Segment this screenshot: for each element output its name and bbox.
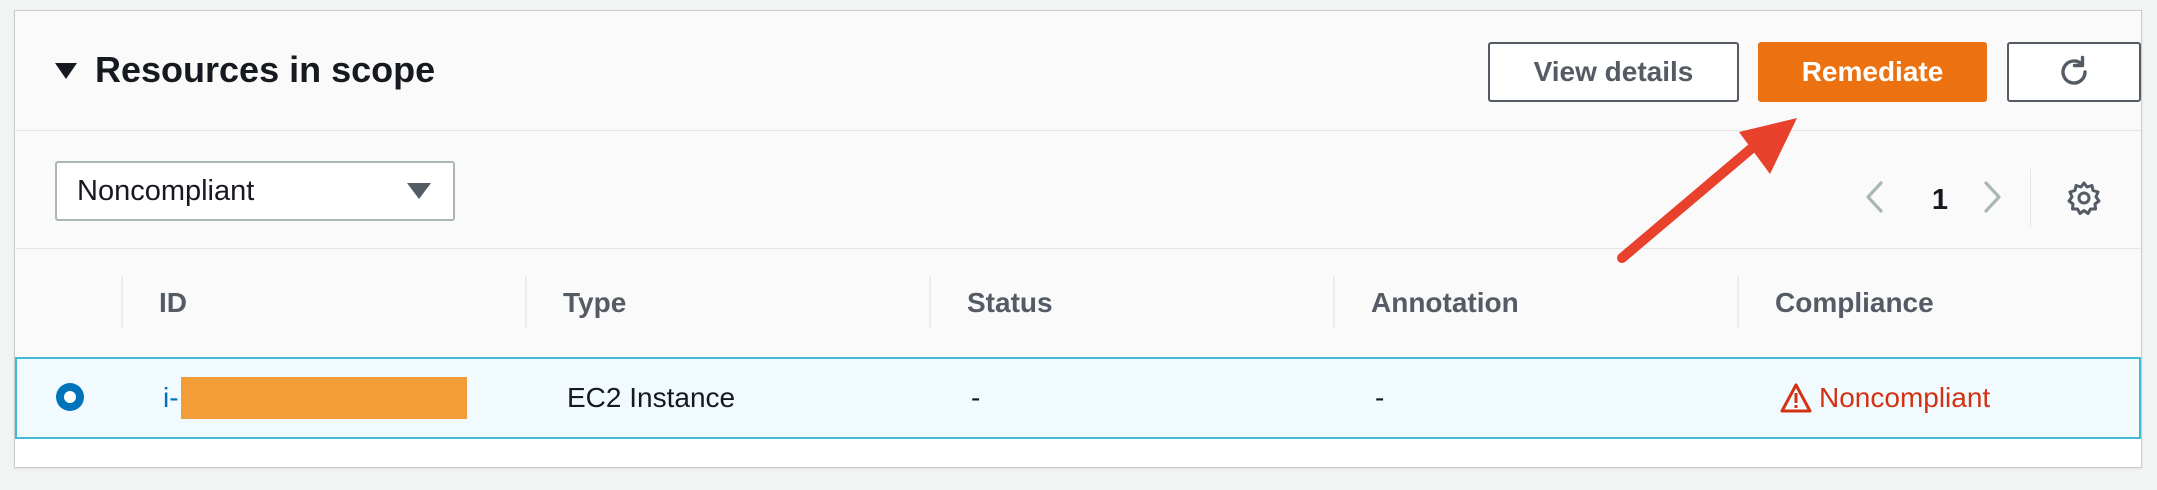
gear-icon[interactable]	[2066, 180, 2102, 216]
resource-status-cell: -	[971, 382, 981, 413]
column-header-id[interactable]: ID	[121, 249, 525, 357]
redacted-id-block	[180, 377, 467, 419]
compliance-filter-value: Noncompliant	[77, 175, 255, 207]
compliance-status-text: Noncompliant	[1819, 382, 1991, 413]
chevron-down-icon	[407, 183, 431, 199]
refresh-button[interactable]	[2007, 42, 2141, 102]
column-header-type[interactable]: Type	[525, 249, 929, 357]
compliance-filter-select[interactable]: Noncompliant	[55, 161, 455, 221]
resource-type-cell: EC2 Instance	[567, 382, 736, 413]
column-header-compliance[interactable]: Compliance	[1737, 249, 2141, 357]
panel-title: Resources in scope	[95, 49, 436, 90]
panel-header: Resources in scope View details Remediat…	[15, 11, 2141, 131]
refresh-icon	[2061, 55, 2087, 85]
compliance-cell: Noncompliant	[1779, 359, 1990, 437]
table-toolbar: Noncompliant 1	[15, 131, 2141, 249]
row-select-radio[interactable]	[56, 383, 84, 411]
collapse-caret-icon[interactable]	[55, 63, 77, 79]
table-header: ID Type Status Annotation Compliance	[15, 249, 2141, 357]
resource-id-cell: i-	[163, 359, 467, 437]
current-page-number[interactable]: 1	[1925, 184, 1955, 217]
remediate-button[interactable]: Remediate	[1758, 42, 1987, 102]
pager-divider	[2030, 169, 2031, 227]
previous-page-icon[interactable]	[1862, 179, 1886, 215]
resource-annotation-cell: -	[1375, 382, 1385, 413]
view-details-button[interactable]: View details	[1488, 42, 1739, 102]
warning-icon	[1780, 383, 1812, 413]
next-page-icon[interactable]	[1981, 179, 2005, 215]
table-row[interactable]: i- EC2 Instance - - Noncompliant	[15, 357, 2141, 439]
column-header-status[interactable]: Status	[929, 249, 1333, 357]
resources-in-scope-panel: Resources in scope View details Remediat…	[14, 10, 2142, 468]
resource-id-link[interactable]: i-	[163, 382, 179, 414]
column-header-annotation[interactable]: Annotation	[1333, 249, 1737, 357]
